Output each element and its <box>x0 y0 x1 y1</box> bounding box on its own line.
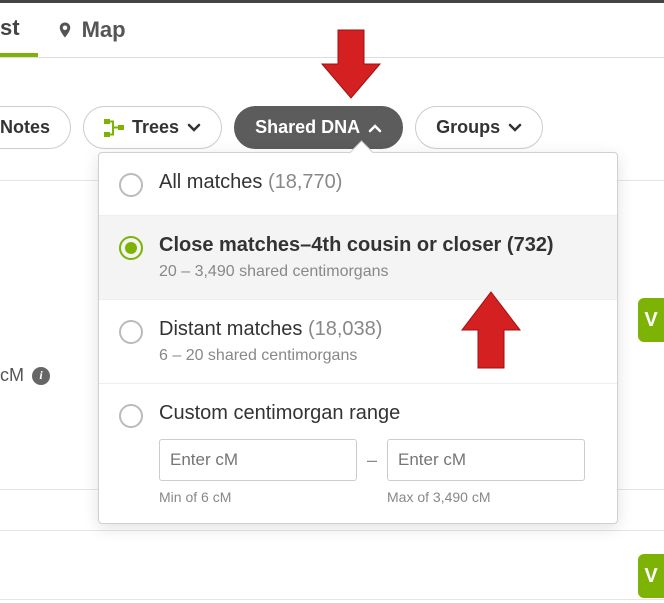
max-hint: Max of 3,490 cM <box>387 489 585 505</box>
match-row-bg <box>0 530 664 600</box>
info-icon[interactable]: i <box>32 367 50 385</box>
radio-checked-icon <box>119 236 143 260</box>
annotation-arrow-up <box>460 290 522 375</box>
shared-dna-label: Shared DNA <box>255 117 360 138</box>
trees-label: Trees <box>132 117 179 138</box>
option-all-matches[interactable]: All matches (18,770) <box>99 153 617 216</box>
shared-dna-dropdown: All matches (18,770) Close matches–4th c… <box>98 152 618 524</box>
groups-label: Groups <box>436 117 500 138</box>
view-button[interactable]: V <box>638 554 664 598</box>
radio-icon <box>119 404 143 428</box>
option-count: (18,770) <box>268 171 343 193</box>
notes-filter[interactable]: Notes <box>0 106 71 149</box>
tree-icon <box>104 119 124 137</box>
cm-label: cM i <box>0 365 50 386</box>
option-distant-matches[interactable]: Distant matches (18,038) 6 – 20 shared c… <box>99 300 617 384</box>
option-custom-range[interactable]: Custom centimorgan range – Min of 6 cM M… <box>99 384 617 523</box>
min-hint: Min of 6 cM <box>159 489 357 505</box>
tab-map[interactable]: Map <box>38 17 144 43</box>
option-label: All matches <box>159 171 262 193</box>
option-sub: 6 – 20 shared centimorgans <box>159 347 597 365</box>
option-close-matches[interactable]: Close matches–4th cousin or closer (732)… <box>99 216 617 300</box>
tab-map-label: Map <box>82 17 126 43</box>
chevron-down-icon <box>187 121 201 135</box>
option-sub: 20 – 3,490 shared centimorgans <box>159 263 597 281</box>
min-cm-input[interactable] <box>159 439 357 481</box>
radio-icon <box>119 173 143 197</box>
groups-filter[interactable]: Groups <box>415 106 543 149</box>
tab-list[interactable]: st <box>0 3 38 57</box>
annotation-arrow-down <box>320 28 382 105</box>
option-label: Close matches–4th cousin or closer <box>159 234 501 256</box>
max-cm-input[interactable] <box>387 439 585 481</box>
shared-dna-filter[interactable]: Shared DNA <box>234 106 403 149</box>
map-pin-icon <box>56 19 74 41</box>
range-dash: – <box>367 450 377 471</box>
chevron-down-icon <box>508 121 522 135</box>
trees-filter[interactable]: Trees <box>83 106 222 149</box>
chevron-up-icon <box>368 121 382 135</box>
option-label: Distant matches <box>159 318 302 340</box>
radio-icon <box>119 320 143 344</box>
option-count: (732) <box>507 234 554 256</box>
view-button[interactable]: V <box>638 298 664 342</box>
option-label: Custom centimorgan range <box>159 402 400 424</box>
option-count: (18,038) <box>308 318 383 340</box>
